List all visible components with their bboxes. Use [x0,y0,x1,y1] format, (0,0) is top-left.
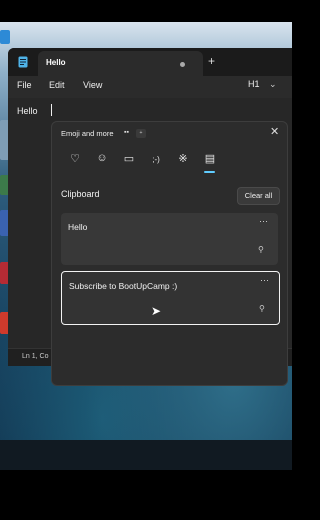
notepad-app-icon [18,56,28,68]
unsaved-dot-icon[interactable] [180,62,185,67]
emoji-favorites-icon[interactable]: ♡ [67,152,83,165]
grid-icon: ▪▪ [124,129,129,136]
clear-all-button[interactable]: Clear all [237,187,280,205]
pin-icon[interactable]: ⚲ [258,245,264,254]
gif-icon[interactable]: ▭ [121,152,137,165]
new-tab-button[interactable]: + [208,54,215,68]
desktop-app-icon[interactable] [0,30,10,44]
keyboard-shortcut-badge: + [136,129,146,138]
menu-file[interactable]: File [17,80,32,90]
chevron-down-icon[interactable]: ⌄ [269,79,277,90]
text-caret [51,104,52,116]
clipboard-item[interactable]: Hello ··· ⚲ [61,213,278,265]
emoji-clipboard-panel: Emoji and more ▪▪ + ✕ ♡ ☺ ▭ ;-) ※ ▤ Clip… [51,121,288,386]
smiley-icon[interactable]: ☺ [94,152,110,164]
more-options-icon[interactable]: ··· [260,275,269,285]
tab-title: Hello [46,58,66,67]
cursor-position: Ln 1, Co [22,353,49,360]
pin-icon[interactable]: ⚲ [259,304,265,313]
clipboard-item-text: Hello [68,222,88,232]
editor-text: Hello [17,106,38,116]
selected-category-indicator [204,171,215,173]
bottom-black-bar [0,470,292,520]
top-black-bar [0,0,292,22]
clipboard-item-text: Subscribe to BootUpCamp :) [69,281,178,291]
more-options-icon[interactable]: ··· [259,216,268,226]
tab-bar: Hello + [8,48,292,76]
mouse-cursor-icon: ➤ [151,304,162,318]
tab-hello[interactable]: Hello [38,51,203,76]
clipboard-item[interactable]: Subscribe to BootUpCamp :) ··· ⚲ ➤ [61,271,280,325]
menu-view[interactable]: View [83,80,102,90]
symbols-icon[interactable]: ※ [175,152,191,165]
panel-title: Emoji and more [61,129,114,138]
clipboard-heading: Clipboard [61,189,100,199]
heading-dropdown[interactable]: H1 [248,79,260,89]
taskbar [0,440,292,470]
close-icon[interactable]: ✕ [270,125,279,138]
kaomoji-icon[interactable]: ;-) [148,155,164,164]
clipboard-icon[interactable]: ▤ [202,152,218,165]
menu-edit[interactable]: Edit [49,80,65,90]
